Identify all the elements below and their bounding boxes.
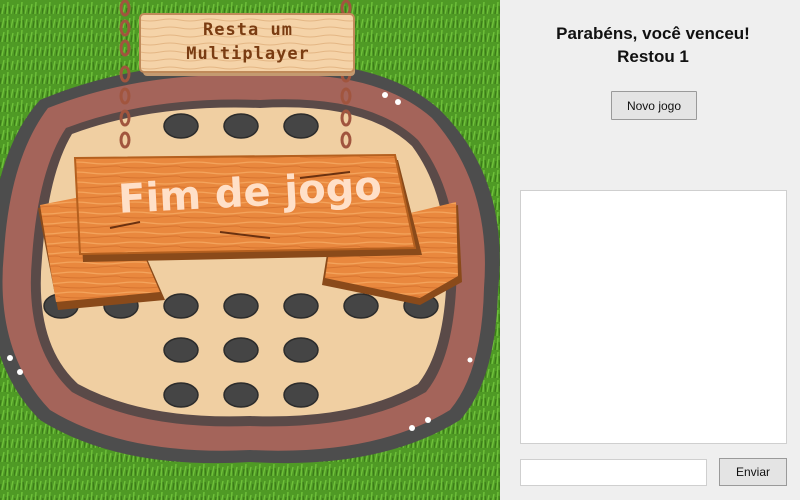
side-panel: Parabéns, você venceu! Restou 1 Novo jog… <box>500 0 800 500</box>
send-button[interactable]: Enviar <box>719 458 787 486</box>
status-remaining: Restou 1 <box>617 47 689 66</box>
chat-input[interactable] <box>520 459 707 486</box>
game-board-area[interactable]: Resta um Multiplayer Fim de jogo <box>0 0 500 500</box>
chat-log[interactable] <box>520 190 787 444</box>
new-game-button[interactable]: Novo jogo <box>611 91 697 120</box>
title-sign <box>139 13 355 76</box>
status-message: Parabéns, você venceu! Restou 1 <box>500 22 800 68</box>
game-board-graphic <box>0 0 500 500</box>
status-result: Parabéns, você venceu! <box>556 24 750 43</box>
